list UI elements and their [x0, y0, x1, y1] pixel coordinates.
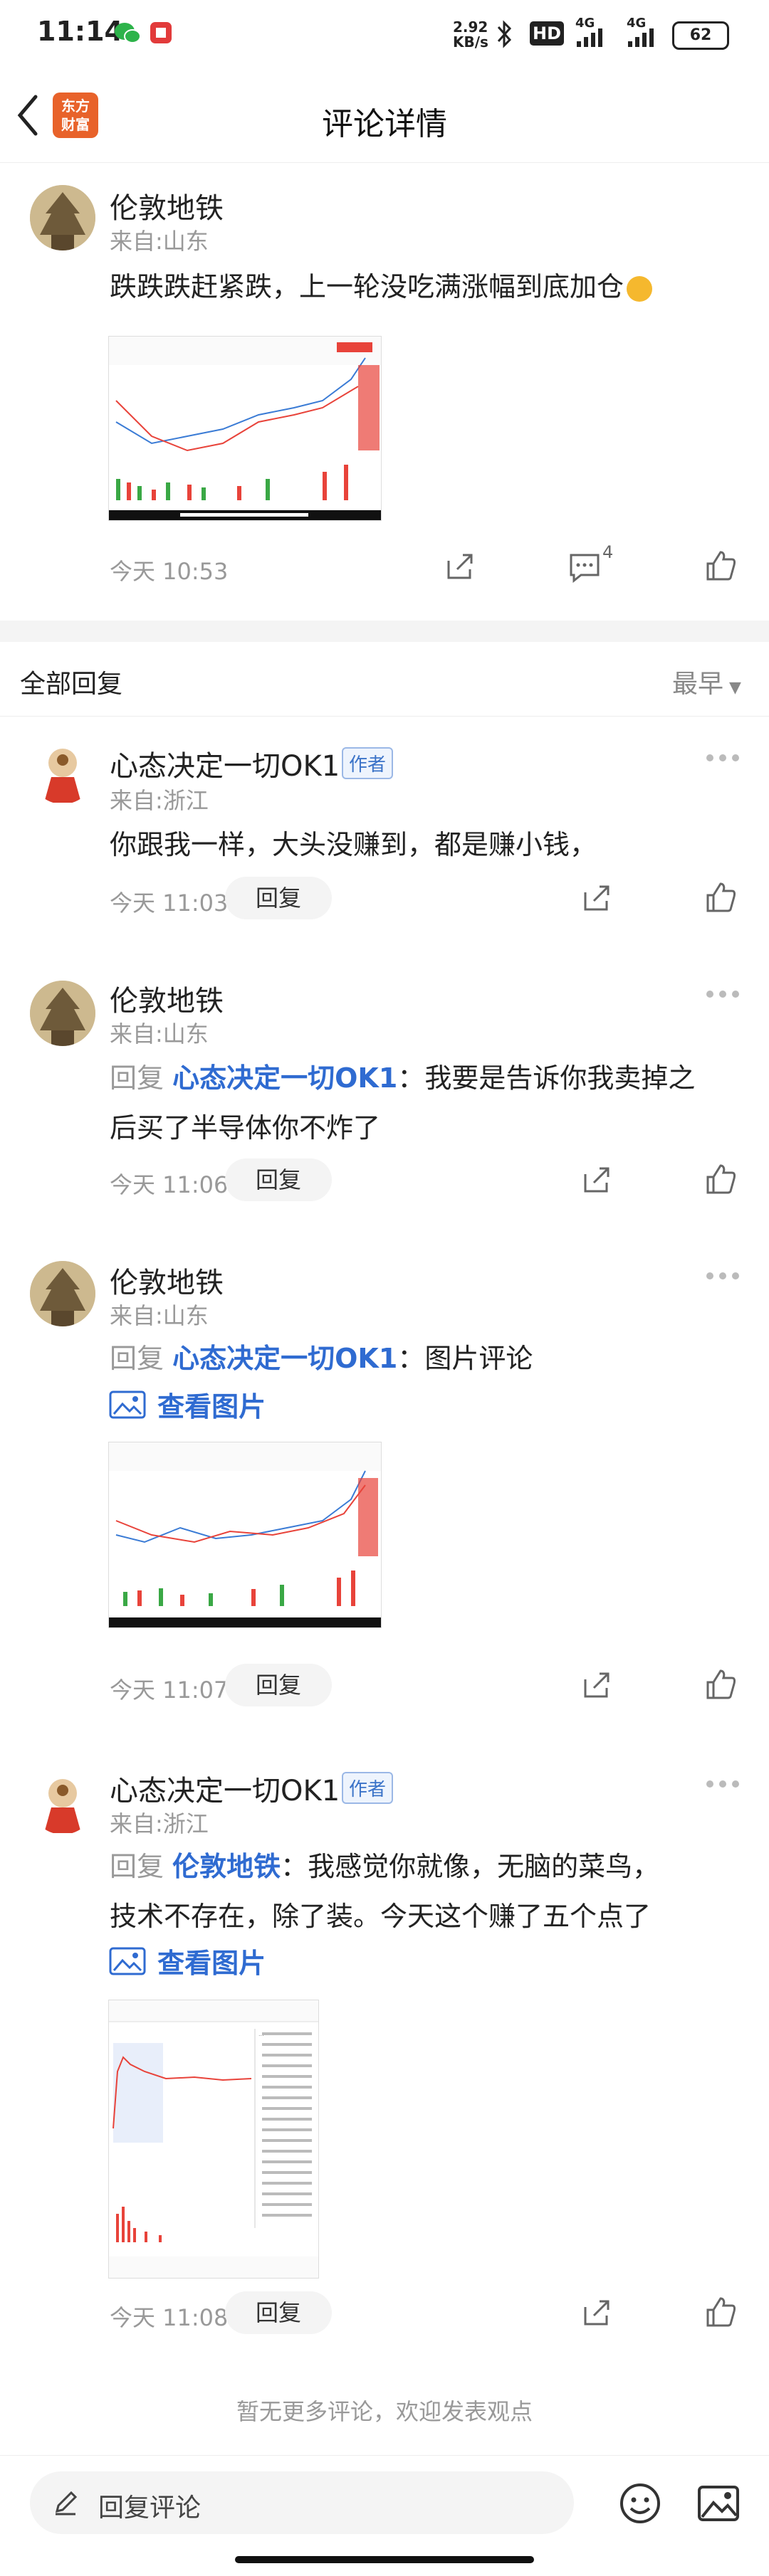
emoji-icon[interactable] [618, 2481, 662, 2525]
like-icon[interactable] [702, 548, 738, 584]
share-icon[interactable] [578, 1161, 614, 1197]
reply-author[interactable]: 伦敦地铁 [110, 1260, 224, 1301]
view-image-link[interactable]: 查看图片 [108, 1385, 266, 1424]
avatar[interactable] [30, 739, 95, 804]
reply-location: 来自:浙江 [110, 787, 209, 814]
reply-button[interactable]: 回复 [225, 877, 332, 919]
replies-header: 全部回复 最早 ▼ [0, 642, 769, 717]
reply-content: 你跟我一样，大头没赚到，都是赚小钱， [110, 829, 597, 860]
main-post: 伦敦地铁 来自:山东 跌跌跌赶紧跌，上一轮没吃满涨幅到底加仓 今天 10:53 … [0, 164, 769, 619]
avatar[interactable] [30, 185, 95, 250]
more-icon[interactable] [705, 989, 741, 999]
post-location: 来自:山东 [110, 228, 209, 255]
author-badge: 作者 [342, 747, 394, 779]
reply-author[interactable]: 心态决定一切OK1 [110, 1768, 340, 1809]
battery-icon: 62 [672, 21, 729, 50]
app-notification-icon [150, 22, 172, 43]
avatar[interactable] [30, 981, 95, 1046]
smile-emoji-icon [627, 275, 653, 302]
page-title: 评论详情 [322, 106, 447, 142]
share-icon[interactable] [441, 548, 477, 584]
reply-location: 来自:浙江 [110, 1810, 209, 1837]
like-icon[interactable] [702, 2294, 738, 2330]
more-icon[interactable] [705, 1779, 741, 1789]
reply-time: 今天 11:07 [110, 1677, 229, 1704]
image-icon [109, 1390, 146, 1418]
reply-author[interactable]: 心态决定一切OK1 [110, 743, 340, 784]
reply-to-link[interactable]: 伦敦地铁 [172, 1851, 281, 1882]
reply-location: 来自:山东 [110, 1302, 209, 1329]
post-content: 跌跌跌赶紧跌，上一轮没吃满涨幅到底加仓 [110, 262, 653, 312]
reply-content: 回复 伦敦地铁：我感觉你就像，无脑的菜鸟， 技术不存在，除了装。今天这个赚了五个点… [110, 1851, 660, 1932]
home-indicator[interactable] [235, 2556, 534, 2563]
reply-button[interactable]: 回复 [225, 1158, 332, 1201]
more-icon[interactable] [705, 753, 741, 763]
post-image-stock-chart[interactable] [108, 336, 382, 521]
status-time: 11:14 [37, 16, 123, 47]
sort-dropdown[interactable]: 最早 ▼ [672, 663, 741, 700]
share-icon[interactable] [578, 2294, 614, 2330]
status-bar: 11:14 2.92 KB/s HD 4G 4G 62 [0, 0, 769, 68]
like-icon[interactable] [702, 1667, 738, 1702]
reply-item: 心态决定一切OK1 作者 来自:浙江 回复 伦敦地铁：我感觉你就像，无脑的菜鸟，… [0, 1758, 769, 2355]
signal-icon [577, 28, 602, 47]
net-speed: 2.92 KB/s [453, 19, 488, 51]
hd-badge: HD [530, 21, 565, 46]
signal-icon-2 [628, 28, 654, 47]
reply-item: 伦敦地铁 来自:山东 回复 心态决定一切OK1：图片评论 查看图片 今天 11:… [0, 1245, 769, 1736]
post-time: 今天 10:53 [110, 558, 229, 585]
reply-button[interactable]: 回复 [225, 2291, 332, 2334]
comment-icon[interactable] [567, 548, 602, 584]
share-icon[interactable] [578, 880, 614, 915]
no-more-comments: 暂无更多评论，欢迎发表观点 [236, 2398, 533, 2425]
bluetooth-icon [497, 20, 512, 48]
more-icon[interactable] [705, 1271, 741, 1281]
reply-time: 今天 11:06 [110, 1171, 229, 1198]
reply-image-stock-chart[interactable] [108, 1442, 382, 1628]
reply-time: 今天 11:03 [110, 890, 229, 917]
wechat-icon [115, 23, 141, 43]
author-badge: 作者 [342, 1772, 394, 1804]
reply-image-trade-screenshot[interactable]: ... [108, 2000, 319, 2279]
chevron-down-icon: ▼ [729, 679, 741, 697]
reply-time: 今天 11:08 [110, 2304, 229, 2331]
reply-item: 心态决定一切OK1 作者 来自:浙江 你跟我一样，大头没赚到，都是赚小钱， 今天… [0, 719, 769, 961]
reply-input[interactable]: 回复评论 [30, 2471, 574, 2534]
image-icon [109, 1947, 146, 1975]
like-icon[interactable] [702, 880, 738, 915]
image-upload-icon[interactable] [696, 2481, 741, 2525]
reply-button[interactable]: 回复 [225, 1664, 332, 1706]
post-author[interactable]: 伦敦地铁 [110, 185, 224, 226]
reply-location: 来自:山东 [110, 1020, 209, 1047]
reply-content: 回复 心态决定一切OK1：我要是告诉你我卖掉之 后买了半导体你不炸了 [110, 1062, 696, 1144]
reply-to-link[interactable]: 心态决定一切OK1 [172, 1343, 397, 1374]
view-image-link[interactable]: 查看图片 [108, 1941, 266, 1980]
reply-to-link[interactable]: 心态决定一切OK1 [172, 1062, 397, 1094]
reply-content: 回复 心态决定一切OK1：图片评论 [110, 1343, 533, 1374]
avatar[interactable] [30, 1769, 95, 1835]
like-icon[interactable] [702, 1161, 738, 1197]
replies-title: 全部回复 [20, 670, 123, 699]
share-icon[interactable] [578, 1667, 614, 1702]
section-divider [0, 621, 769, 642]
comment-count: 4 [602, 542, 614, 562]
reply-input-placeholder: 回复评论 [98, 2493, 202, 2523]
reply-item: 伦敦地铁 来自:山东 回复 心态决定一切OK1：我要是告诉你我卖掉之 后买了半导体… [0, 961, 769, 1238]
pencil-icon [55, 2491, 78, 2516]
avatar[interactable] [30, 1261, 95, 1326]
header-bar: 东方 财富 评论详情 [0, 71, 769, 163]
reply-author[interactable]: 伦敦地铁 [110, 978, 224, 1019]
